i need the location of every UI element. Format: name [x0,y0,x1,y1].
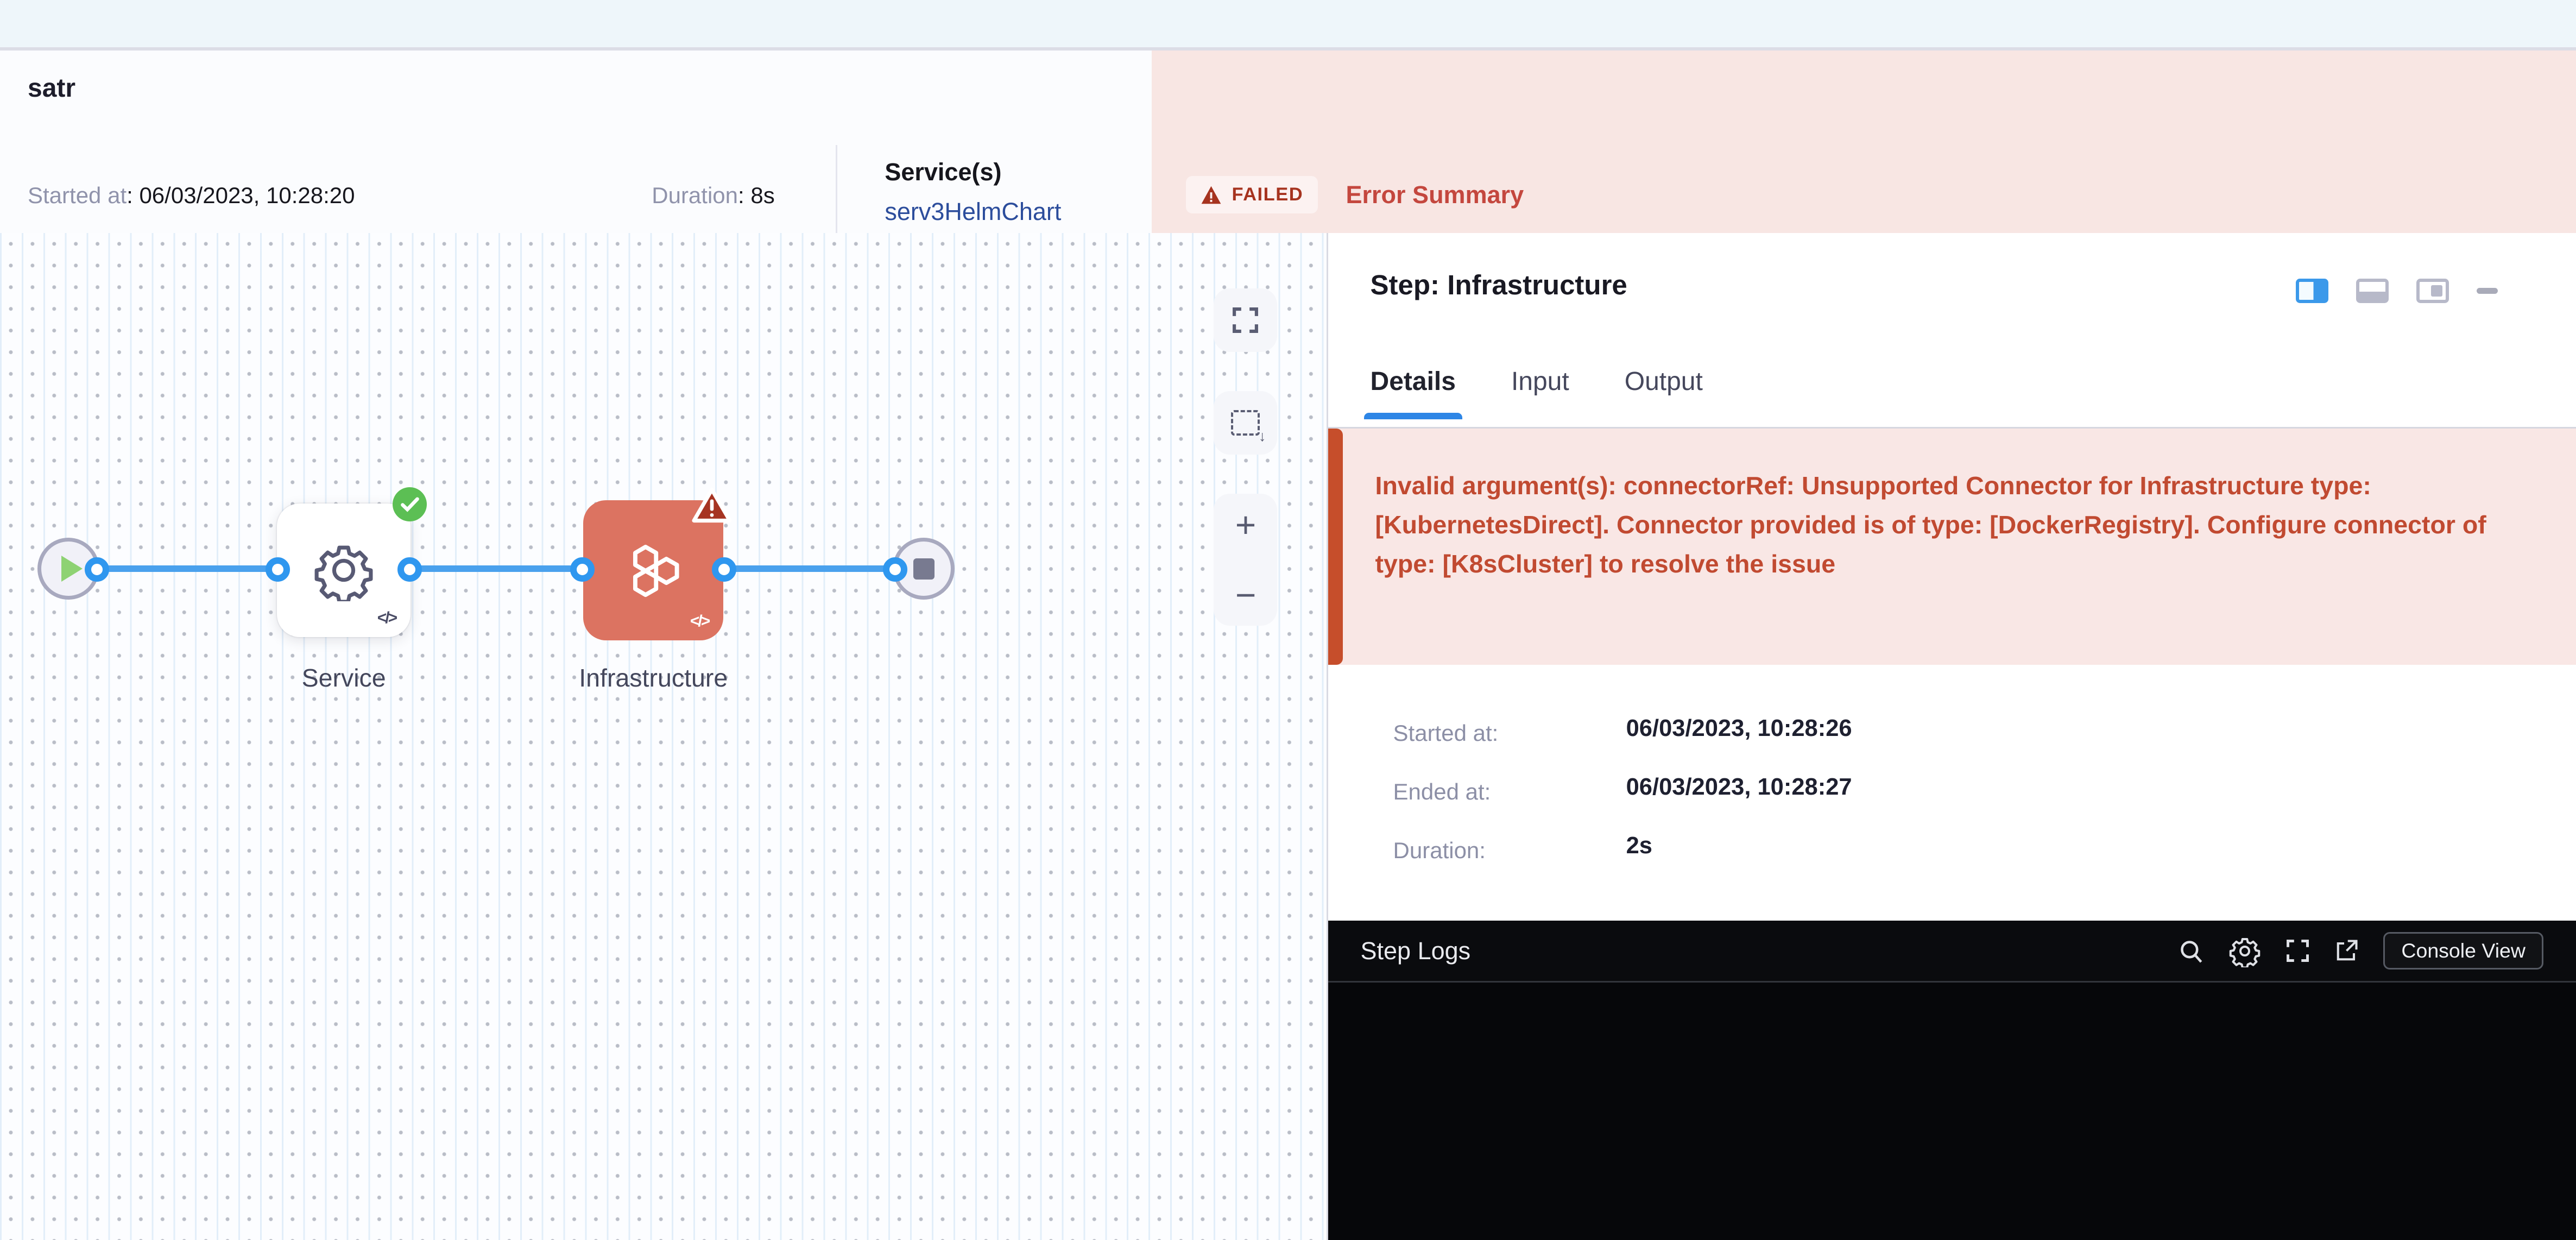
fullscreen-icon [2285,939,2310,963]
detail-label: Ended at: [1393,774,1626,805]
yaml-code-icon: </> [377,609,396,627]
detail-row-duration: Duration: 2s [1393,833,1852,864]
log-open-new-tab-button[interactable] [2334,939,2359,963]
hexagons-icon [619,536,687,605]
colon: : [127,182,139,208]
services-block: Service(s) serv3HelmChart [885,158,1061,226]
failure-warning-icon [691,486,733,525]
colon: : [738,182,750,208]
log-fullscreen-button[interactable] [2285,939,2310,963]
log-settings-button[interactable] [2228,935,2261,967]
console-view-button[interactable]: Console View [2383,932,2543,970]
duration-label: Duration [652,182,738,208]
external-link-icon [2334,939,2359,963]
started-at-row: Started at: 06/03/2023, 10:28:20 [28,182,355,209]
detail-value: 2s [1626,833,1652,864]
service-link[interactable]: serv3HelmChart [885,198,1061,226]
error-message-text: Invalid argument(s): connectorRef: Unsup… [1375,466,2524,583]
yaml-code-icon: </> [690,612,709,631]
top-strip [0,0,2576,51]
edge-infra-end [722,565,896,572]
canvas-zoom-controls: + − [1214,494,1277,626]
step-logs-title: Step Logs [1361,937,1471,965]
started-at-value: 06/03/2023, 10:28:20 [139,182,355,208]
marquee-select-icon: ↓ [1231,410,1260,436]
gear-icon [2228,935,2261,967]
port-infra-out[interactable] [712,557,736,582]
infrastructure-node-label: Infrastructure [551,663,756,693]
panel-layout-controls [2296,279,2498,303]
detail-label: Started at: [1393,715,1626,746]
error-left-bar [1328,429,1343,665]
status-badge-label: FAILED [1232,184,1303,205]
gear-icon [313,539,375,601]
edge-service-infra [407,565,585,572]
play-icon [61,556,83,582]
layout-bottom-split-icon[interactable] [2356,279,2389,303]
service-node-label: Service [275,663,412,693]
detail-value: 06/03/2023, 10:28:26 [1626,715,1852,746]
marquee-arrow: ↓ [1259,428,1266,445]
port-service-out[interactable] [397,557,422,582]
port-start-out[interactable] [85,557,109,582]
duration-value: 8s [750,182,774,208]
zoom-in-button[interactable]: + [1235,510,1257,539]
stop-icon [913,558,935,580]
log-search-button[interactable] [2178,938,2204,964]
canvas-fullscreen-button[interactable] [1214,288,1277,352]
tab-input[interactable]: Input [1511,367,1569,419]
minimize-panel-icon[interactable] [2477,288,2498,294]
warning-triangle-icon [1201,185,1222,205]
fullscreen-icon [1232,306,1259,334]
status-badge: FAILED [1186,176,1318,213]
layout-floating-icon[interactable] [2416,279,2449,303]
step-logs-actions: Console View [2178,932,2543,970]
execution-header: satr Started at: 06/03/2023, 10:28:20 Du… [0,51,2576,235]
step-logs-header: Step Logs [1328,921,2576,981]
duration-row: Duration: 8s [652,182,774,209]
detail-value: 06/03/2023, 10:28:27 [1626,774,1852,805]
search-icon [2178,938,2204,964]
step-panel-title: Step: Infrastructure [1371,269,1627,301]
edge-start-service [96,565,279,572]
detail-row-started: Started at: 06/03/2023, 10:28:26 [1393,715,1852,746]
started-at-label: Started at [28,182,127,208]
canvas-select-button[interactable]: ↓ [1214,391,1277,455]
tab-output[interactable]: Output [1625,367,1703,419]
step-details-panel: Step: Infrastructure Details Input Outpu… [1328,233,2576,1240]
step-tabs: Details Input Output [1371,367,1703,419]
error-message-box: Invalid argument(s): connectorRef: Unsup… [1328,429,2576,665]
service-step-node[interactable]: </> [277,503,411,637]
step-logs-body[interactable] [1328,981,2576,1240]
tab-details[interactable]: Details [1371,367,1456,419]
services-label: Service(s) [885,158,1061,186]
detail-row-ended: Ended at: 06/03/2023, 10:28:27 [1393,774,1852,805]
layout-right-split-icon[interactable] [2296,279,2328,303]
pipeline-name: satr [28,73,75,103]
error-summary-link[interactable]: Error Summary [1346,181,1524,209]
success-check-icon [393,487,427,521]
pipeline-canvas[interactable]: </> </> Service Infrastructure [0,233,1328,1240]
detail-label: Duration: [1393,833,1626,864]
port-service-in[interactable] [266,557,290,582]
step-detail-rows: Started at: 06/03/2023, 10:28:26 Ended a… [1393,715,1852,891]
zoom-out-button[interactable]: − [1235,580,1257,609]
pipeline-execution-page: satr Started at: 06/03/2023, 10:28:20 Du… [0,0,2576,1240]
